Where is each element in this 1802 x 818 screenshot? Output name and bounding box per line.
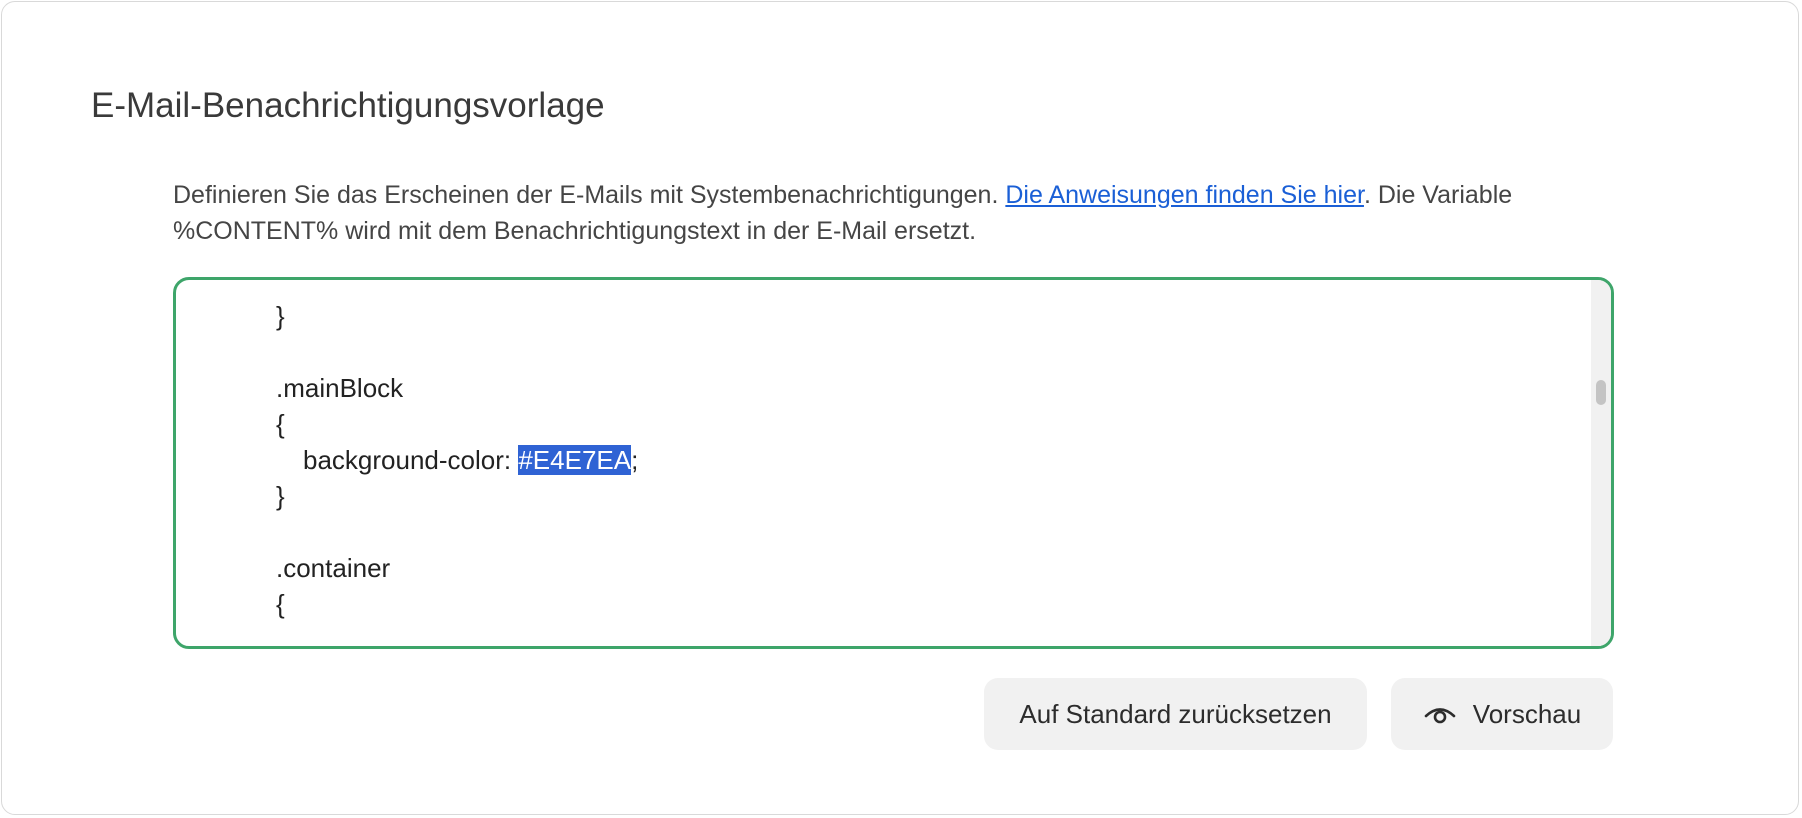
code-content[interactable]: } .mainBlock { background-color: #E4E7EA…	[176, 280, 1589, 646]
code-line: }	[276, 481, 285, 511]
preview-button-label: Vorschau	[1472, 698, 1582, 729]
code-line: background-color: #E4E7EA;	[176, 442, 1589, 478]
section-description: Definieren Sie das Erscheinen der E-Mail…	[173, 177, 1623, 249]
eye-icon	[1423, 702, 1457, 726]
code-text: background-color:	[303, 445, 519, 475]
template-code-editor[interactable]: } .mainBlock { background-color: #E4E7EA…	[173, 277, 1614, 649]
code-line: {	[276, 589, 285, 619]
scrollbar-thumb[interactable]	[1596, 380, 1606, 405]
code-text: ;	[631, 445, 639, 475]
selected-text: #E4E7EA	[518, 445, 632, 475]
code-line: .mainBlock	[276, 373, 404, 403]
editor-scrollbar[interactable]	[1591, 280, 1611, 646]
code-line: {	[276, 409, 285, 439]
reset-to-default-button[interactable]: Auf Standard zurücksetzen	[984, 678, 1367, 750]
email-template-card: E-Mail-Benachrichtigungsvorlage Definier…	[1, 1, 1799, 815]
instructions-link[interactable]: Die Anweisungen finden Sie hier	[1005, 181, 1364, 209]
description-text-before: Definieren Sie das Erscheinen der E-Mail…	[173, 181, 1006, 209]
code-line: .container	[276, 553, 391, 583]
reset-button-label: Auf Standard zurücksetzen	[1019, 698, 1332, 729]
section-title: E-Mail-Benachrichtigungsvorlage	[91, 86, 605, 125]
code-line: }	[276, 301, 285, 331]
preview-button[interactable]: Vorschau	[1391, 678, 1613, 750]
